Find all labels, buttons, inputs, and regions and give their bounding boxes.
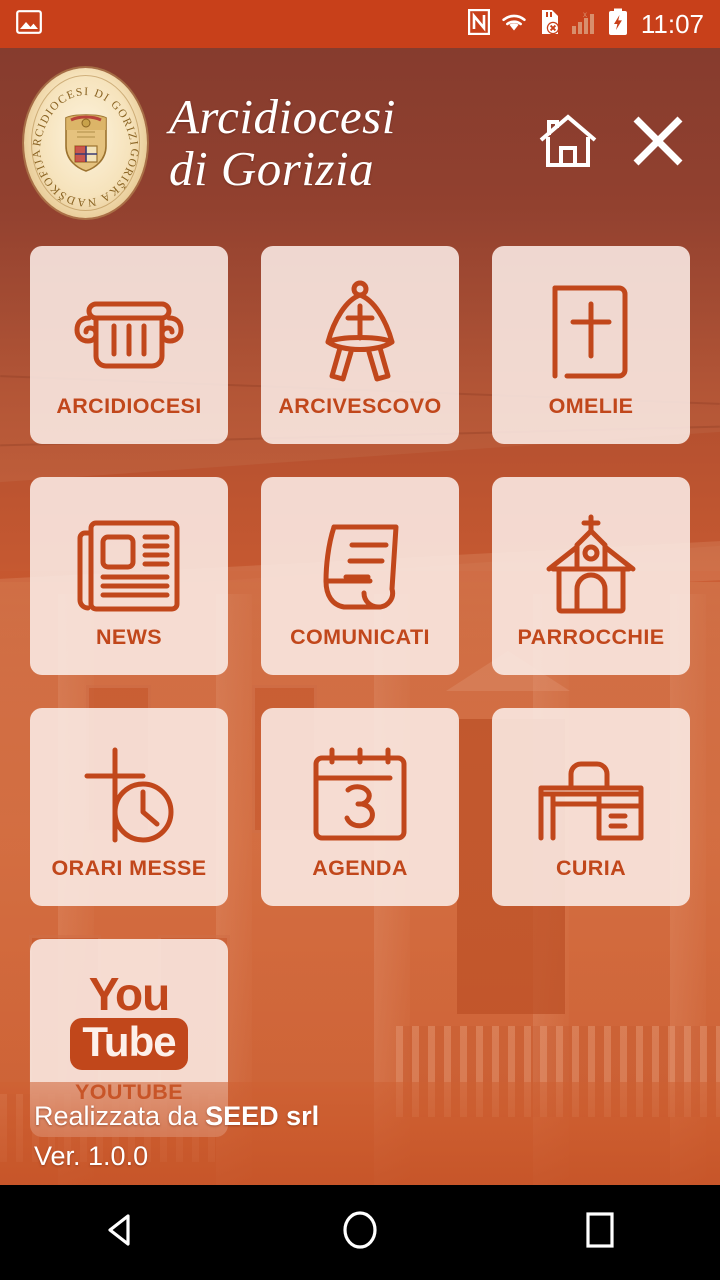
column-capital-icon: [74, 272, 184, 384]
menu-tile-arcivescovo[interactable]: ARCIVESCOVO: [261, 246, 459, 444]
status-clock: 11:07: [640, 8, 704, 39]
sd-card-error-icon: [538, 9, 562, 40]
menu-tile-news[interactable]: NEWS: [30, 477, 228, 675]
app-footer: Realizzata da SEED srl Ver. 1.0.0: [0, 1082, 720, 1185]
close-button[interactable]: [626, 111, 690, 175]
cross-clock-icon: [77, 734, 181, 846]
youtube-logo: You Tube: [70, 967, 188, 1070]
menu-tile-label: ORARI MESSE: [51, 855, 207, 880]
back-icon: [98, 1208, 142, 1257]
menu-tile-label: OMELIE: [548, 393, 634, 418]
youtube-logo-you: You: [88, 967, 170, 1020]
menu-tile-label: NEWS: [95, 624, 163, 649]
desk-icon: [537, 734, 645, 846]
menu-tile-omelie[interactable]: OMELIE: [492, 246, 690, 444]
menu-tile-comunicati[interactable]: COMUNICATI: [261, 477, 459, 675]
android-navigation-bar: [0, 1185, 720, 1280]
nav-recents-button[interactable]: [540, 1185, 660, 1280]
calendar-3-icon: [310, 734, 410, 846]
menu-tile-label: ARCIDIOCESI: [56, 393, 202, 418]
battery-charging-icon: [608, 8, 628, 41]
home-icon: [338, 1208, 382, 1257]
menu-tile-parrocchie[interactable]: PARROCCHIE: [492, 477, 690, 675]
app-body: ARCIDIOCESI DI GORIZIA GORIŠKA NADŠKOFIJ…: [0, 48, 720, 1185]
signal-bars-icon: x: [571, 9, 599, 40]
church-icon: [537, 503, 645, 615]
newspaper-icon: [75, 503, 183, 615]
svg-text:x: x: [583, 10, 587, 19]
credit-company: SEED srl: [205, 1101, 320, 1131]
menu-tile-label: AGENDA: [312, 855, 408, 880]
app-title-line1: Arcidiocesi: [169, 89, 396, 144]
bible-cross-icon: [547, 272, 635, 384]
menu-tile-arcidiocesi[interactable]: ARCIDIOCESI: [30, 246, 228, 444]
menu-tile-label: CURIA: [555, 855, 627, 880]
app-title-line2: di Gorizia: [169, 141, 375, 196]
credit-prefix: Realizzata da: [34, 1101, 206, 1131]
diocese-crest-logo: ARCIDIOCESI DI GORIZIA GORIŠKA NADŠKOFIJ…: [24, 68, 147, 218]
home-icon: [537, 112, 599, 175]
home-button[interactable]: [536, 111, 600, 175]
document-scroll-icon: [308, 503, 412, 615]
wifi-icon: [499, 10, 529, 39]
app-screen: x 11:07 RCIDIOCESI DI GORIZI GORIŠKA NAD…: [0, 0, 720, 1280]
menu-tile-label: COMUNICATI: [290, 624, 430, 649]
version-line: Ver. 1.0.0: [34, 1141, 149, 1171]
status-bar: x 11:07: [0, 0, 720, 48]
menu-tile-label: PARROCCHIE: [517, 624, 665, 649]
youtube-logo-tube: Tube: [70, 1017, 188, 1070]
nav-home-button[interactable]: [300, 1185, 420, 1280]
menu-tile-curia[interactable]: CURIA: [492, 708, 690, 906]
bishop-mitre-icon: [310, 272, 410, 384]
nav-back-button[interactable]: [60, 1185, 180, 1280]
menu-tile-orari-messe[interactable]: ORARI MESSE: [30, 708, 228, 906]
app-title: Arcidiocesi di Gorizia: [169, 91, 396, 195]
credit-line: Realizzata da SEED srl: [34, 1096, 686, 1136]
coat-of-arms: [64, 114, 107, 172]
menu-tile-agenda[interactable]: AGENDA: [261, 708, 459, 906]
menu-tile-label: ARCIVESCOVO: [278, 393, 442, 418]
nfc-icon: [467, 8, 491, 40]
menu-grid: ARCIDIOCESI ARCIVESCOVO OMELIE NEWS COMU…: [0, 246, 720, 1137]
recents-icon: [578, 1208, 622, 1257]
close-icon: [630, 113, 686, 174]
image-icon: [16, 9, 42, 39]
app-header: ARCIDIOCESI DI GORIZIA GORIŠKA NADŠKOFIJ…: [0, 48, 720, 238]
